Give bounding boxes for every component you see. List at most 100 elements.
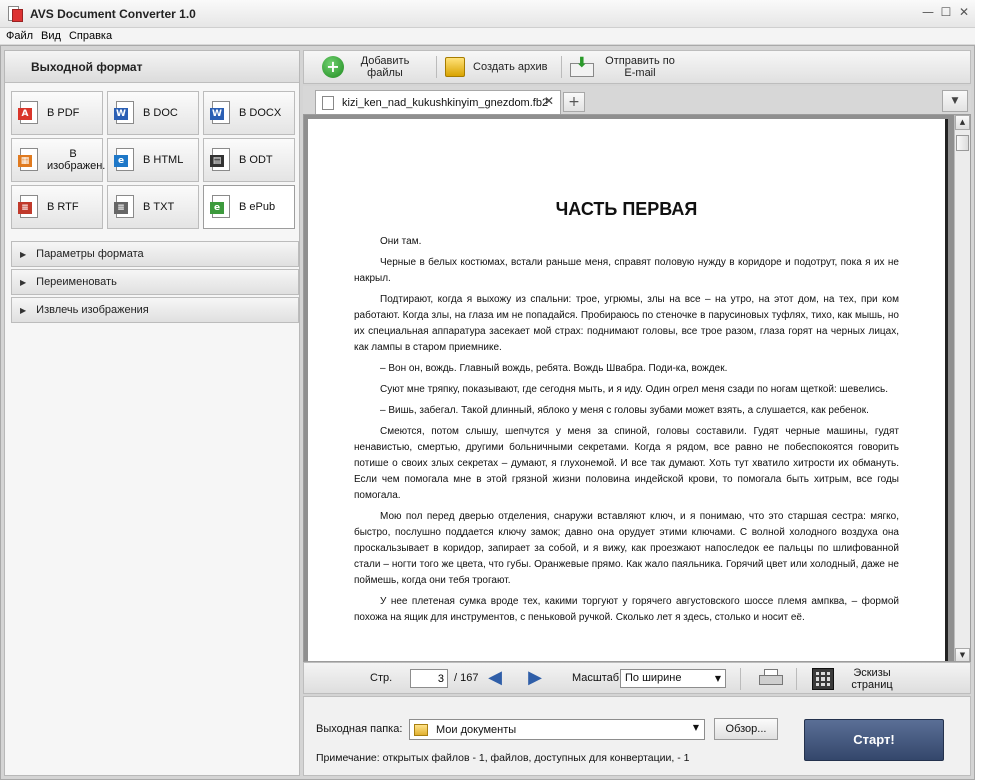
close-tab-icon[interactable]: ✕ — [544, 94, 554, 108]
rtf-icon: ≡ — [17, 194, 41, 220]
format-button-docx[interactable]: W В DOCX — [203, 91, 295, 135]
document-paragraph: Смеются, потом слышу, шепчутся у меня за… — [354, 426, 899, 501]
print-icon[interactable] — [759, 669, 783, 689]
document-paragraph: У нее плетеная сумка вроде тех, какими т… — [354, 596, 899, 623]
scroll-up-icon[interactable]: ▲ — [955, 115, 970, 130]
prev-page-icon[interactable]: ◀ — [484, 668, 506, 688]
format-label: В ePub — [239, 201, 276, 213]
format-button-epub[interactable]: e В ePub — [203, 185, 295, 229]
document-paragraph: – Вон он, вождь. Главный вождь, ребята. … — [380, 363, 728, 374]
output-folder-select[interactable]: Мои документы ▼ — [409, 719, 705, 740]
document-paragraph: Суют мне тряпку, показывают, где сегодня… — [380, 384, 888, 395]
create-archive-label: Создать архив — [473, 61, 548, 73]
email-send-icon: ⬇ — [570, 55, 594, 77]
zoom-value: По ширине — [625, 672, 682, 684]
create-archive-button[interactable]: Создать архив — [437, 52, 561, 82]
pdf-icon: A — [17, 100, 41, 126]
format-button-txt[interactable]: ≡ В TXT — [107, 185, 199, 229]
zoom-select[interactable]: По ширине ▼ — [620, 669, 726, 688]
format-label: В PDF — [47, 107, 80, 119]
format-label: В изображен. — [47, 148, 106, 172]
thumbnails-label: Эскизы страниц — [851, 667, 893, 691]
nav-separator — [740, 668, 741, 690]
send-email-button[interactable]: ⬇ Отправить по E-mail — [562, 52, 692, 82]
document-tabs: kizi_ken_nad_kukushkinyim_gnezdom.fb2 ✕ … — [303, 86, 971, 114]
output-folder-label: Выходная папка: — [316, 723, 403, 735]
status-note: Примечание: открытых файлов - 1, файлов,… — [316, 752, 690, 764]
archive-icon — [445, 57, 465, 77]
menu-bar: Файл Вид Справка — [0, 28, 975, 45]
section-label: Извлечь изображения — [36, 304, 149, 316]
document-paragraph: Мою пол перед дверью отделения, снаружи … — [354, 511, 899, 586]
format-button-pdf[interactable]: A В PDF — [11, 91, 103, 135]
format-grid: A В PDF W В DOC W В DOCX ▦ В изображен. e В HTML ▤… — [11, 91, 295, 229]
output-folder-value: Мои документы — [436, 723, 517, 736]
document-paragraph: Черные в белых костюмах, встали раньше м… — [354, 257, 899, 284]
menu-file[interactable]: Файл — [6, 30, 33, 42]
document-paragraph: Они там. — [380, 236, 422, 247]
scroll-thumb[interactable] — [956, 135, 969, 151]
format-button-image[interactable]: ▦ В изображен. — [11, 138, 106, 182]
next-page-icon[interactable]: ▶ — [524, 668, 546, 688]
format-button-odt[interactable]: ▤ В ODT — [203, 138, 295, 182]
app-logo-icon — [6, 5, 24, 23]
page-number-input[interactable] — [410, 669, 448, 688]
format-label: В ODT — [239, 154, 273, 166]
document-viewer[interactable]: ЧАСТЬ ПЕРВАЯ Они там. Черные в белых кост… — [303, 114, 971, 662]
format-button-html[interactable]: e В HTML — [107, 138, 199, 182]
send-email-label: Отправить по E-mail — [605, 55, 675, 79]
zoom-label: Масштаб — [572, 672, 620, 684]
maximize-button[interactable]: ☐ — [939, 5, 953, 19]
window-title: AVS Document Converter 1.0 — [30, 6, 196, 21]
tab-file-name: kizi_ken_nad_kukushkinyim_gnezdom.fb2 — [342, 96, 549, 109]
format-label: В DOC — [143, 107, 178, 119]
nav-separator — [796, 668, 797, 690]
chevron-down-icon: ▼ — [692, 723, 699, 732]
add-files-button[interactable]: + Добавить файлы — [304, 52, 436, 82]
format-label: В TXT — [143, 201, 175, 213]
expand-arrow-icon: ▶ — [20, 249, 27, 259]
minimize-button[interactable]: — — [921, 5, 935, 19]
format-label: В DOCX — [239, 107, 282, 119]
odt-icon: ▤ — [209, 147, 233, 173]
html-icon: e — [113, 147, 137, 173]
close-window-button[interactable]: ✕ — [957, 5, 971, 19]
page-label: Стр. — [370, 672, 393, 684]
expand-arrow-icon: ▶ — [20, 277, 27, 287]
main-toolbar: + Добавить файлы Создать архив ⬇ Отправи… — [303, 50, 971, 84]
total-pages: / 167 — [454, 672, 479, 684]
document-paragraph: – Вишь, забегал. Такой длинный, яблоко у… — [380, 405, 869, 416]
section-format-params[interactable]: ▶ Параметры формата — [11, 241, 299, 267]
format-button-rtf[interactable]: ≡ В RTF — [11, 185, 103, 229]
title-bar: AVS Document Converter 1.0 — ☐ ✕ — [0, 0, 975, 28]
scroll-down-icon[interactable]: ▼ — [955, 648, 970, 661]
section-extract-images[interactable]: ▶ Извлечь изображения — [11, 297, 299, 323]
section-label: Параметры формата — [36, 248, 144, 260]
section-rename[interactable]: ▶ Переименовать — [11, 269, 299, 295]
format-button-doc[interactable]: W В DOC — [107, 91, 199, 135]
tabs-dropdown-button[interactable]: ▼ — [942, 90, 968, 112]
menu-view[interactable]: Вид — [41, 30, 61, 42]
thumbnails-grid-icon — [812, 668, 834, 690]
window-controls: — ☐ ✕ — [921, 5, 971, 19]
format-label: В RTF — [47, 201, 79, 213]
document-page: ЧАСТЬ ПЕРВАЯ Они там. Черные в белых кост… — [308, 119, 948, 661]
document-paragraph: Подтирают, когда я выхожу из спальни: тр… — [354, 294, 899, 353]
vertical-scrollbar[interactable]: ▲ ▼ — [954, 115, 970, 661]
image-icon: ▦ — [17, 147, 41, 173]
output-format-header: Выходной формат — [5, 51, 299, 83]
page-navigation-bar: Стр. / 167 ◀ ▶ Масштаб По ширине ▼ Эскиз… — [303, 662, 971, 694]
docx-icon: W — [209, 100, 233, 126]
chapter-title: ЧАСТЬ ПЕРВАЯ — [555, 199, 698, 219]
start-button[interactable]: Старт! — [804, 719, 944, 761]
add-files-label: Добавить файлы — [360, 55, 410, 79]
doc-icon: W — [113, 100, 137, 126]
folder-icon — [414, 723, 428, 736]
expand-arrow-icon: ▶ — [20, 305, 27, 315]
browse-button[interactable]: Обзор... — [714, 718, 778, 740]
epub-icon: e — [209, 194, 233, 220]
thumbnails-button[interactable]: Эскизы страниц — [812, 666, 900, 692]
tab-document[interactable]: kizi_ken_nad_kukushkinyim_gnezdom.fb2 ✕ — [315, 90, 561, 114]
add-tab-button[interactable]: + — [563, 92, 585, 112]
menu-help[interactable]: Справка — [69, 30, 112, 42]
